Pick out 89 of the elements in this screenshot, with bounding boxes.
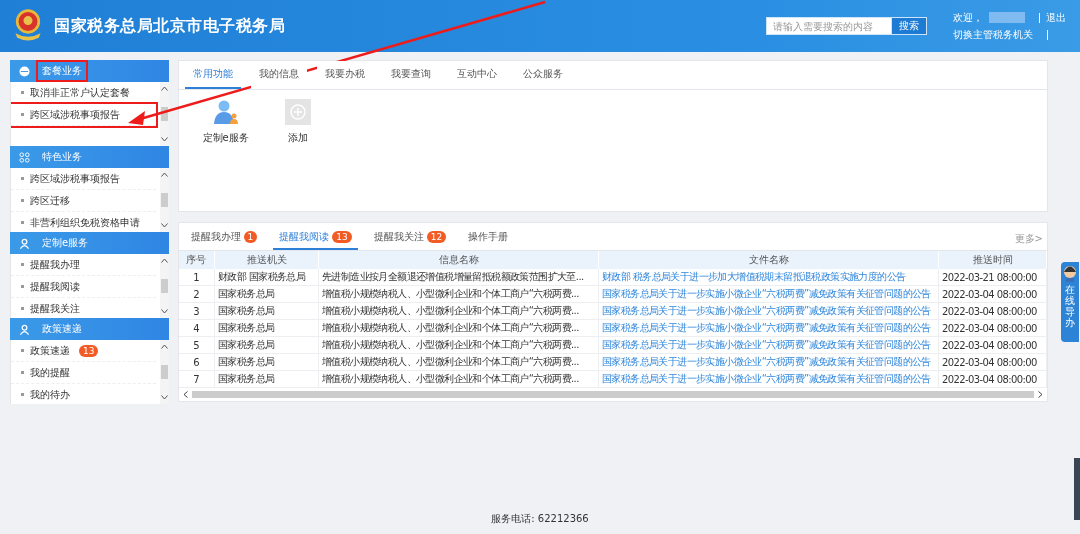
- table-cell: 7: [178, 370, 215, 388]
- table-cell: 1: [178, 269, 215, 286]
- sidebar-item[interactable]: 取消非正常户认定套餐: [11, 82, 156, 104]
- sidebar-item[interactable]: 政策速递 13: [11, 340, 156, 362]
- person-icon: [212, 99, 239, 125]
- table-cell: 增值税小规模纳税人、小型微利企业和个体工商户“六税两费...: [318, 285, 599, 303]
- column-header: 推送时间: [938, 251, 1047, 269]
- column-header: 文件名称: [598, 251, 939, 269]
- sidebar-item[interactable]: 我的待办: [11, 384, 156, 404]
- table-cell: 国家税务总局: [214, 336, 319, 354]
- chevron-down-icon[interactable]: [160, 395, 168, 400]
- document-link[interactable]: 国家税务总局关于进一步实施小微企业“六税两费”减免政策有关征管问题的公告: [602, 288, 931, 299]
- table-cell: 6: [178, 353, 215, 371]
- document-link[interactable]: 国家税务总局关于进一步实施小微企业“六税两费”减免政策有关征管问题的公告: [602, 339, 931, 350]
- sidebar-item[interactable]: 跨区域涉税事项报告: [11, 168, 156, 190]
- table-cell: 国家税务总局: [214, 319, 319, 337]
- table-cell: 2022-03-04 08:00:00: [938, 370, 1047, 388]
- sidebar-item[interactable]: 提醒我办理: [11, 254, 156, 276]
- table-cell: 国家税务总局: [214, 302, 319, 320]
- welcome-text: 欢迎，: [953, 10, 983, 25]
- chevron-up-icon[interactable]: [160, 172, 168, 177]
- table-cell: 增值税小规模纳税人、小型微利企业和个体工商户“六税两费...: [318, 302, 599, 320]
- count-badge: 13: [79, 344, 99, 357]
- chevron-down-icon[interactable]: [160, 223, 168, 228]
- scrollbar[interactable]: [159, 168, 169, 232]
- table-cell: 2022-03-04 08:00:00: [938, 285, 1047, 303]
- column-header: 信息名称: [318, 251, 599, 269]
- site-title: 国家税务总局北京市电子税务局: [54, 15, 285, 37]
- table-cell: 增值税小规模纳税人、小型微利企业和个体工商户“六税两费...: [318, 370, 599, 388]
- scrollbar[interactable]: [159, 340, 169, 404]
- agent-avatar-icon: [1062, 264, 1078, 282]
- chevron-down-icon[interactable]: [160, 137, 168, 142]
- table-cell: 财政部 国家税务总局: [214, 269, 319, 286]
- scrollbar[interactable]: [159, 82, 169, 146]
- sidebar-item[interactable]: 提醒我阅读: [11, 276, 156, 298]
- shortcut-button[interactable]: 定制e服务: [196, 98, 255, 146]
- table-cell: 增值税小规模纳税人、小型微利企业和个体工商户“六税两费...: [318, 319, 599, 337]
- scrollbar-thumb[interactable]: [160, 193, 168, 207]
- document-link[interactable]: 国家税务总局关于进一步实施小微企业“六税两费”减免政策有关征管问题的公告: [602, 373, 931, 384]
- user-icon: [19, 323, 30, 335]
- table-cell: 5: [178, 336, 215, 354]
- column-header: 序号: [178, 251, 215, 269]
- table-cell: 4: [178, 319, 215, 337]
- chevron-left-icon[interactable]: [182, 391, 188, 398]
- table-cell: 2022-03-04 08:00:00: [938, 336, 1047, 354]
- table-cell: 增值税小规模纳税人、小型微利企业和个体工商户“六税两费...: [318, 336, 599, 354]
- document-link[interactable]: 财政部 税务总局关于进一步加大增值税期末留抵退税政策实施力度的公告: [602, 271, 906, 282]
- online-help-button[interactable]: 在线导办: [1061, 262, 1079, 342]
- panel-title: 套餐业务: [38, 62, 86, 80]
- sidebar-item[interactable]: 跨区迁移: [11, 190, 156, 212]
- chevron-up-icon[interactable]: [160, 86, 168, 91]
- redacted-username: [989, 12, 1025, 23]
- scrollbar-thumb[interactable]: [160, 279, 168, 293]
- table-cell: 增值税小规模纳税人、小型微利企业和个体工商户“六税两费...: [318, 353, 599, 371]
- add-icon: [284, 99, 311, 125]
- scrollbar-thumb[interactable]: [191, 391, 1034, 398]
- reminder-tab[interactable]: 提醒我关注 12: [367, 227, 453, 250]
- column-header: 推送机关: [214, 251, 319, 269]
- table-cell: 国家税务总局: [214, 353, 319, 371]
- scrollbar-thumb[interactable]: [160, 107, 168, 121]
- document-link[interactable]: 国家税务总局关于进一步实施小微企业“六税两费”减免政策有关征管问题的公告: [602, 305, 931, 316]
- panel-title: 特色业务: [41, 150, 83, 164]
- reminder-tab[interactable]: 提醒我办理 1: [184, 227, 264, 250]
- sidebar-item[interactable]: 跨区域涉税事项报告: [11, 104, 156, 126]
- document-link[interactable]: 国家税务总局关于进一步实施小微企业“六税两费”减免政策有关征管问题的公告: [602, 322, 931, 333]
- document-link[interactable]: 国家税务总局关于进一步实施小微企业“六税两费”减免政策有关征管问题的公告: [602, 356, 931, 367]
- chevron-down-icon[interactable]: [160, 309, 168, 314]
- scrollbar-thumb[interactable]: [160, 365, 168, 379]
- table-cell: 2022-03-04 08:00:00: [938, 353, 1047, 371]
- table-cell: 2022-03-21 08:00:00: [938, 269, 1047, 286]
- sidebar-item[interactable]: 我的提醒: [11, 362, 156, 384]
- table-cell: 3: [178, 302, 215, 320]
- table-cell: 先进制造业按月全额退还增值税增量留抵税额政策范围扩大至...: [318, 269, 599, 286]
- shortcut-button[interactable]: 添加: [278, 98, 317, 146]
- user-icon: [19, 237, 30, 249]
- panel-title: 定制e服务: [41, 236, 90, 250]
- table-cell: 国家税务总局: [214, 285, 319, 303]
- reminder-tab[interactable]: 操作手册: [462, 227, 515, 250]
- scrollbar[interactable]: [159, 254, 169, 318]
- chevron-up-icon[interactable]: [160, 258, 168, 263]
- table-cell: 国家税务总局: [214, 370, 319, 388]
- table-cell: 2022-03-04 08:00:00: [938, 319, 1047, 337]
- panel-title: 政策速递: [41, 322, 83, 336]
- chevron-up-icon[interactable]: [160, 344, 168, 349]
- chevron-right-icon[interactable]: [1038, 391, 1043, 398]
- grid-icon: [19, 151, 30, 163]
- table-cell: 2: [178, 285, 215, 303]
- table-cell: 2022-03-04 08:00:00: [938, 302, 1047, 320]
- service-phone: 服务电话: 62212366: [491, 512, 589, 526]
